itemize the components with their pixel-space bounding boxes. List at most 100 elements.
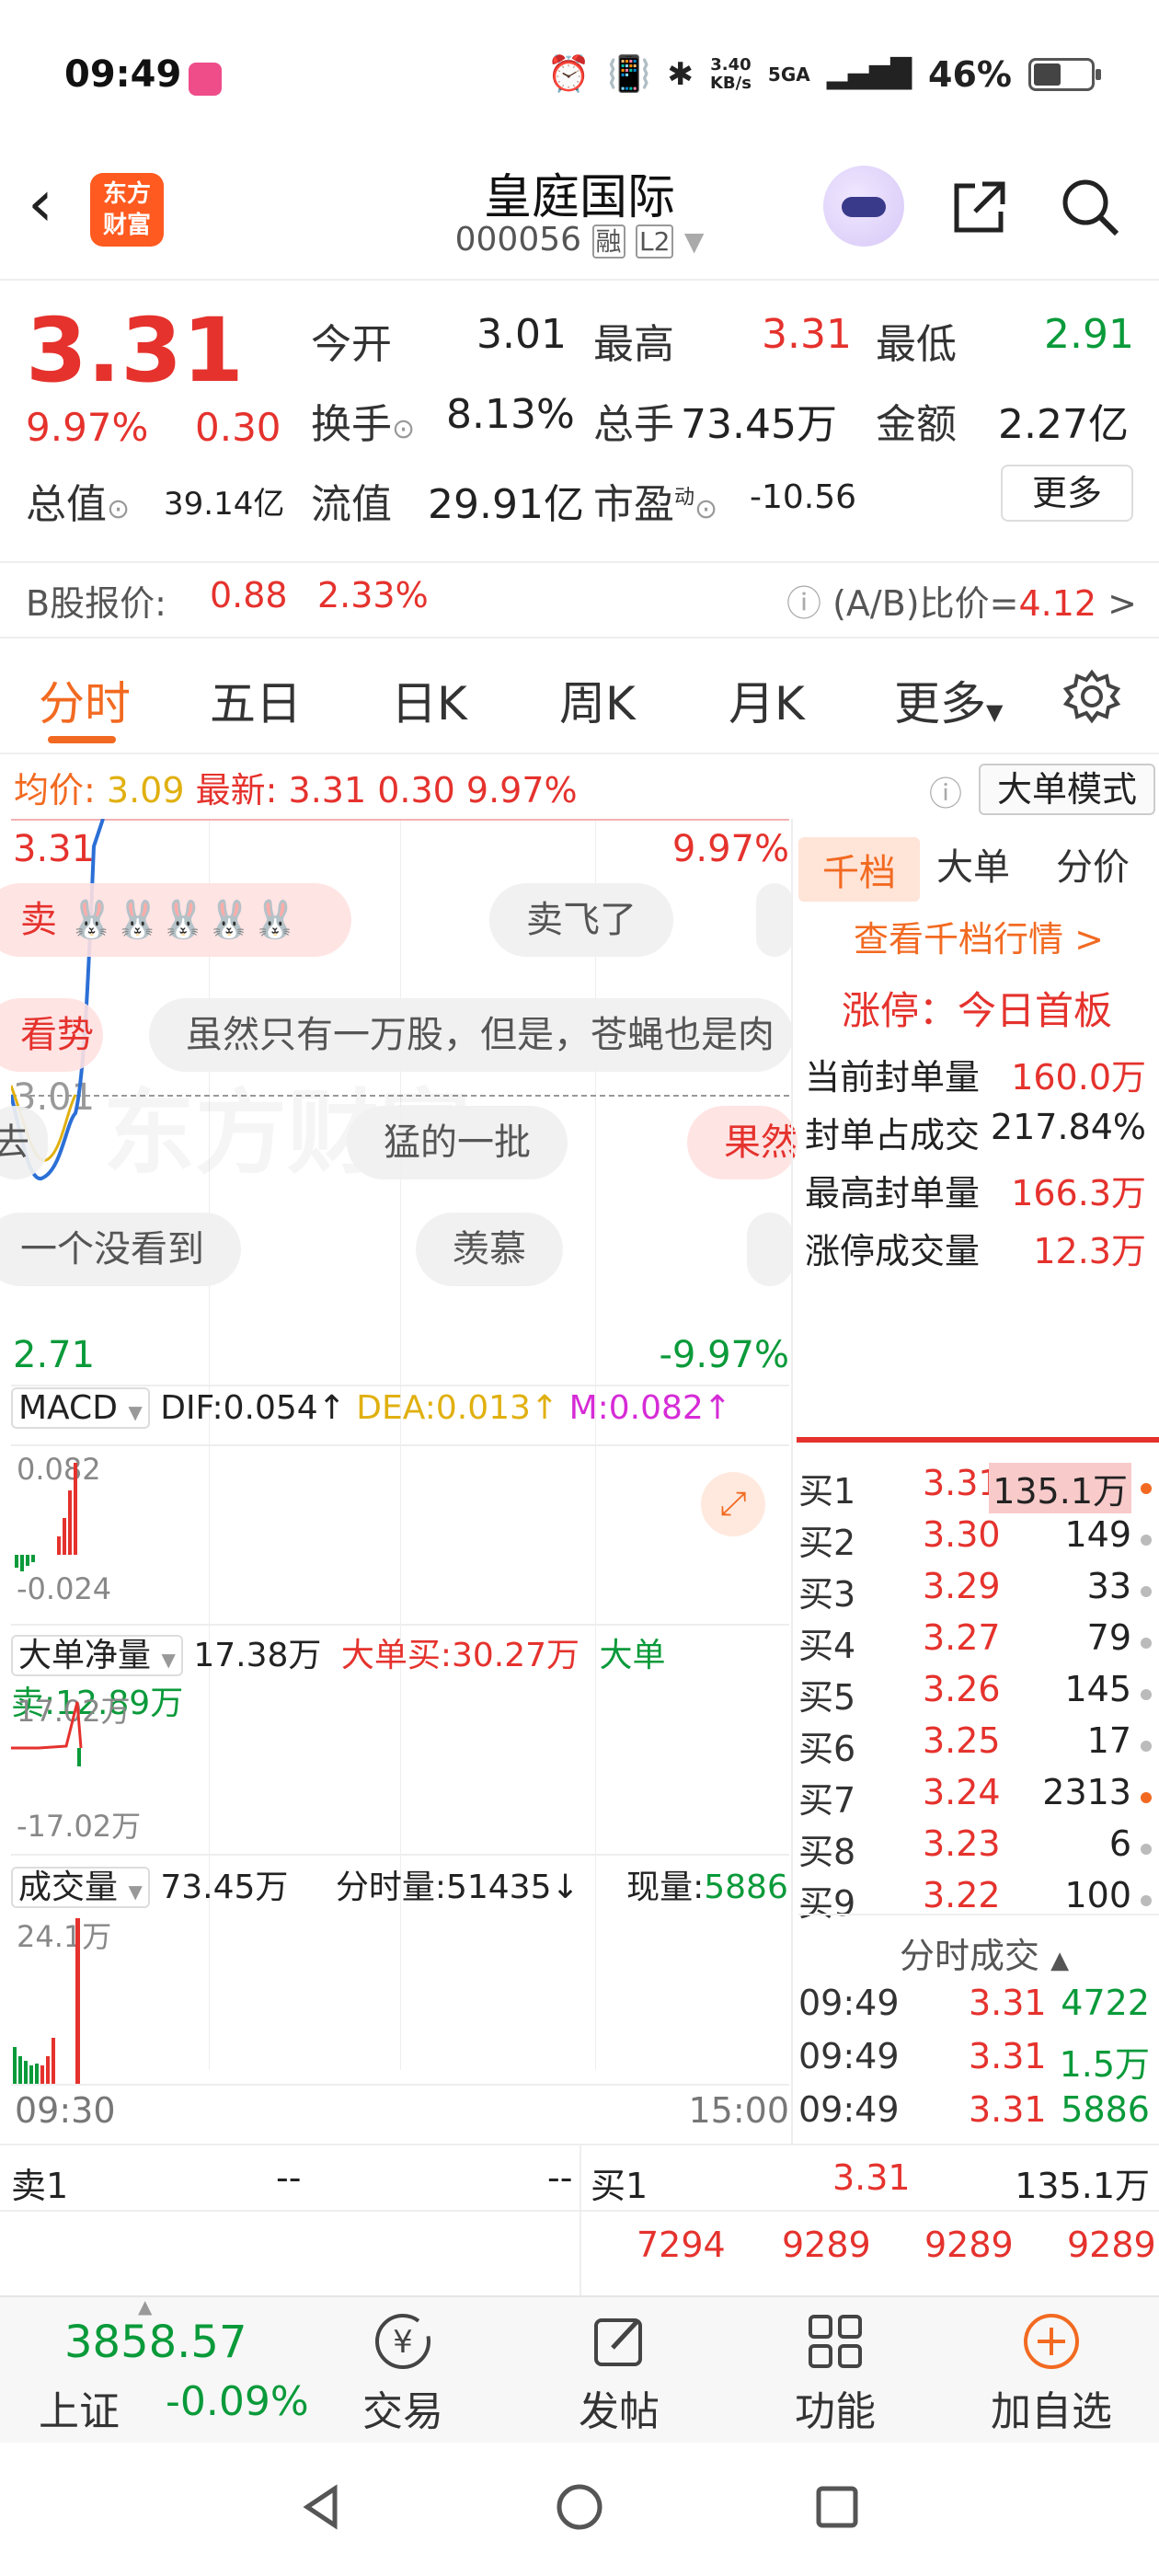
order-volume: 6	[1108, 1823, 1131, 1864]
emoji-row: 🐰🐰🐰🐰🐰	[68, 899, 298, 941]
comment-bubble[interactable]: 猛的一批	[347, 1106, 568, 1179]
orderbook-row[interactable]: 买4 3.27 79	[798, 1617, 1157, 1669]
comment-bubble[interactable]: 卖飞了	[489, 883, 673, 957]
sell1-vol: --	[547, 2157, 573, 2198]
info-icon[interactable]: ⊙	[392, 413, 415, 445]
order-dot-icon	[1141, 1741, 1152, 1752]
bshare-pct: 2.33%	[317, 575, 429, 615]
ai-assistant-avatar[interactable]	[823, 166, 904, 247]
macd-selector[interactable]: MACD ▼	[11, 1387, 150, 1429]
avg-line: 均价: 3.09 最新: 3.31 0.30 9.97%	[14, 762, 578, 812]
stat-label: 最高封单量	[805, 1173, 981, 1213]
tab-big-order[interactable]: 大单	[936, 837, 1010, 891]
help-icon[interactable]: ⓘ	[929, 767, 962, 815]
tab-price-dist[interactable]: 分价	[1056, 837, 1130, 891]
signal-icon: ▂▄▆█	[826, 58, 912, 90]
nav-trade[interactable]: ¥ 交易	[329, 2305, 476, 2437]
macd-bars	[15, 1463, 77, 1571]
order-dot-icon	[1141, 1689, 1152, 1700]
comment-bubble[interactable]: 卖 🐰🐰🐰🐰🐰	[0, 883, 351, 957]
stat-label: 涨停成交量	[805, 1231, 981, 1271]
caret-up-icon: ▲	[1050, 1947, 1070, 1974]
status-bar: 09:49 ⏰ 📳 ✱ 3.40 KB/s 5GA ▂▄▆█ 46%	[0, 0, 1159, 156]
current-price: 3.31	[26, 299, 244, 402]
order-volume: 79	[1086, 1617, 1131, 1658]
macd-header: MACD ▼ DIF:0.054↑ DEA:0.013↑ M:0.082↑	[11, 1387, 731, 1429]
tab-intraday[interactable]: 分时	[39, 667, 131, 733]
stock-code-row[interactable]: 000056 融 L2 ▼	[442, 221, 717, 259]
orderbook-row[interactable]: 买7 3.24 2313	[798, 1772, 1157, 1823]
index-pct[interactable]: -0.09%	[166, 2378, 309, 2425]
orderbook-row[interactable]: 买3 3.29 33	[798, 1566, 1157, 1617]
orderbook-row[interactable]: 买9 3.22 100	[798, 1875, 1157, 1926]
bignet-selector[interactable]: 大单净量 ▼	[11, 1635, 183, 1676]
float-value: 29.91亿	[428, 481, 584, 528]
time-sales-title[interactable]: 分时成交 ▲	[900, 1927, 1069, 1978]
comment-bubble[interactable]: 果然	[687, 1106, 798, 1179]
order-price: 3.29	[923, 1566, 1001, 1606]
tab-weekly-k[interactable]: 周K	[559, 667, 636, 733]
comment-bubble[interactable]: 一个没看到	[0, 1213, 241, 1286]
back-nav-icon[interactable]	[294, 2479, 350, 2535]
open-value: 3.01	[476, 311, 567, 358]
dropdown-icon: ▼	[161, 1649, 176, 1671]
up-arrow-icon: ↑	[703, 1389, 731, 1427]
order-volume: 33	[1086, 1566, 1131, 1606]
tab-monthly-k[interactable]: 月K	[729, 667, 805, 733]
home-nav-icon[interactable]	[552, 2479, 607, 2535]
info-icon[interactable]: ⊙	[694, 493, 717, 525]
buy1-price: 3.31	[832, 2157, 911, 2198]
volume-selector[interactable]: 成交量 ▼	[11, 1867, 150, 1908]
time-sales-row: 09:49 3.31 1.5万	[798, 2036, 1157, 2089]
index-name[interactable]: 上证	[39, 2378, 120, 2437]
big-order-mode-button[interactable]: 大单模式	[979, 764, 1155, 815]
dropdown-icon: ▼	[683, 226, 705, 257]
avg-label: 均价:	[14, 770, 96, 811]
chart-bottom-price: 2.71	[13, 1334, 96, 1376]
tab-more[interactable]: 更多▼	[894, 667, 1003, 733]
orderbook-row[interactable]: 买6 3.25 17	[798, 1720, 1157, 1772]
nav-features[interactable]: 功能	[762, 2305, 909, 2437]
ab-ratio-value: 4.12	[1018, 583, 1097, 624]
time-start: 09:30	[15, 2090, 116, 2131]
stat-value: 217.84%	[990, 1107, 1146, 1147]
share-icon[interactable]	[947, 175, 1012, 239]
expand-icon[interactable]: ⤢	[701, 1472, 765, 1536]
recents-nav-icon[interactable]	[809, 2479, 865, 2535]
orderbook-row[interactable]: 买8 3.23 6	[798, 1823, 1157, 1875]
order-price: 3.24	[923, 1772, 1001, 1812]
order-dot-icon	[1141, 1586, 1152, 1597]
comment-bubble[interactable]	[756, 883, 793, 957]
ab-ratio[interactable]: ⓘ (A/B)比价=4.12 >	[786, 575, 1137, 626]
thousand-level-link[interactable]: 查看千档行情 >	[854, 911, 1104, 961]
order-level: 买4	[798, 1626, 856, 1666]
tab-thousand-level[interactable]: 千档	[798, 837, 920, 902]
latest-label: 最新:	[195, 770, 278, 811]
nav-add-watchlist[interactable]: 加自选	[978, 2305, 1125, 2437]
bignet-line	[11, 1701, 83, 1766]
comment-bubble[interactable]: 看势	[0, 998, 103, 1072]
low-label: 最低	[876, 321, 957, 368]
orderbook-row[interactable]: 买2 3.30 149	[798, 1514, 1157, 1566]
volume-value: 73.45万	[681, 401, 837, 448]
nav-post[interactable]: 发帖	[545, 2305, 693, 2437]
comment-bubble[interactable]: 羡慕	[416, 1213, 563, 1286]
tab-five-day[interactable]: 五日	[210, 667, 302, 733]
orderbook-row[interactable]: 买1 3.31 135.1万	[798, 1463, 1157, 1514]
info-icon[interactable]: ⊙	[107, 493, 130, 525]
back-icon[interactable]: ‹	[28, 166, 53, 241]
bignet-buy: 大单买:30.27万	[340, 1637, 580, 1674]
orderbook-divider	[797, 1437, 1159, 1443]
status-right-cluster: ⏰ 📳 ✱ 3.40 KB/s 5GA ▂▄▆█ 46%	[547, 53, 1101, 95]
order-dot-icon	[1141, 1483, 1152, 1494]
tab-daily-k[interactable]: 日K	[391, 667, 467, 733]
search-icon[interactable]	[1058, 175, 1122, 239]
index-value[interactable]: 3858.57	[64, 2317, 247, 2368]
settings-gear-icon[interactable]	[1062, 667, 1121, 726]
intraday-chart[interactable]: 东方财富 3.31 9.97% 3.01 2.71 -9.97% 卖 🐰🐰🐰🐰🐰…	[0, 819, 798, 2144]
orderbook-row[interactable]: 买5 3.26 145	[798, 1669, 1157, 1720]
change-amount: 0.30	[195, 405, 281, 450]
comment-bubble[interactable]	[747, 1213, 793, 1286]
comment-bubble[interactable]: 虽然只有一万股，但是，苍蝇也是肉	[149, 998, 793, 1072]
more-button[interactable]: 更多	[1001, 465, 1133, 522]
